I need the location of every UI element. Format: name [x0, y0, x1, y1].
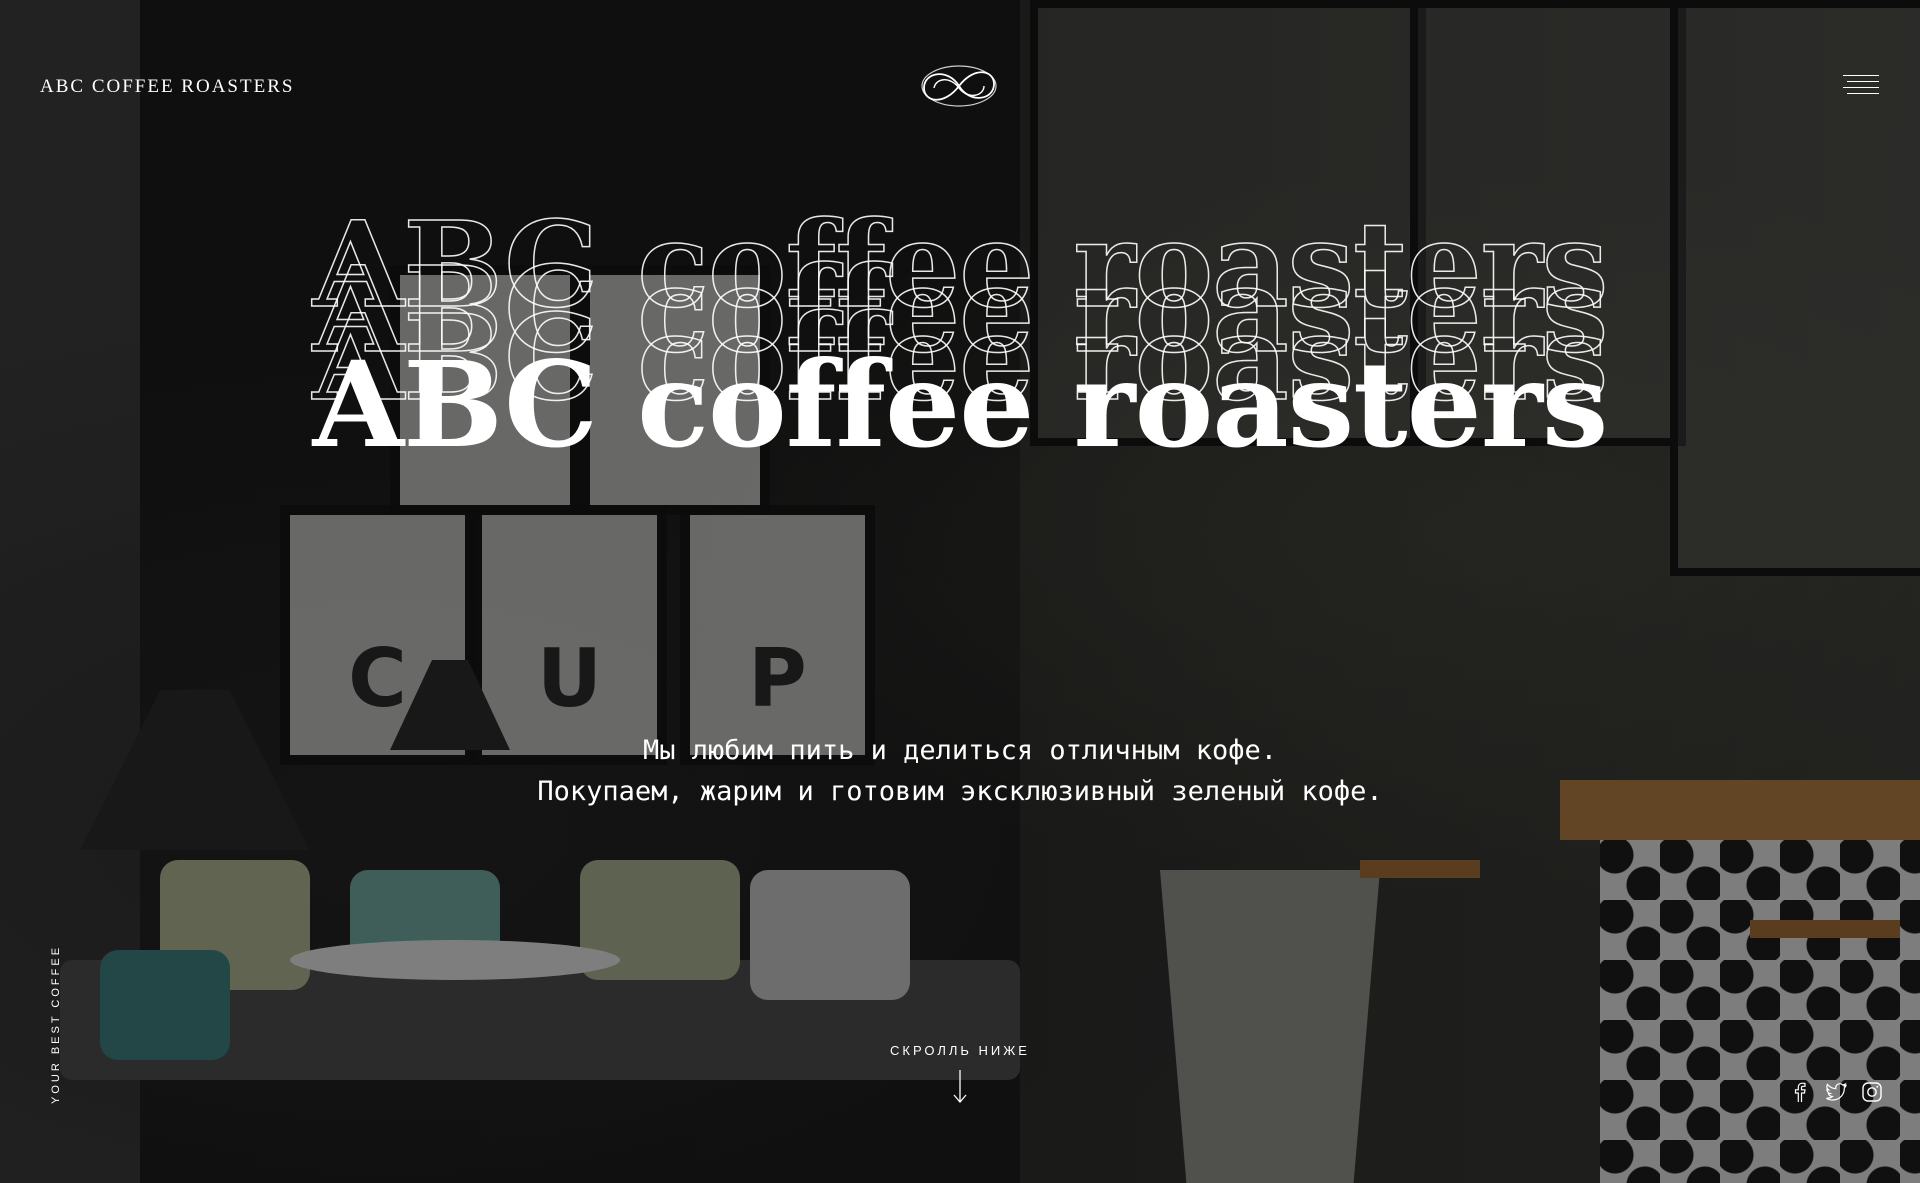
- hero-title-main: ABC coffee roasters: [312, 335, 1609, 474]
- scroll-down-label: СКРОЛЛЬ НИЖЕ: [890, 1043, 1030, 1058]
- hamburger-menu-icon[interactable]: [1843, 72, 1879, 100]
- social-links: [1788, 1080, 1884, 1104]
- infinity-knot-logo-icon[interactable]: [918, 62, 1000, 110]
- instagram-icon[interactable]: [1860, 1080, 1884, 1104]
- facebook-icon[interactable]: [1788, 1080, 1812, 1104]
- dark-overlay: [0, 0, 1920, 1183]
- brand-name[interactable]: ABC COFFEE ROASTERS: [40, 76, 294, 98]
- arrow-down-icon[interactable]: [952, 1070, 968, 1104]
- side-caption: YOUR BEST COFFEE: [50, 944, 62, 1104]
- tagline-line: Мы любим пить и делиться отличным кофе.: [643, 735, 1277, 766]
- hero-section: C U P ABC COFFEE ROASTERS ABC coffee roa…: [0, 0, 1920, 1183]
- hero-title: ABC coffee roasters ABC coffee roasters …: [0, 194, 1920, 475]
- hero-tagline: Мы любим пить и делиться отличным кофе. …: [0, 730, 1920, 812]
- tagline-line: Покупаем, жарим и готовим эксклюзивный з…: [537, 776, 1383, 807]
- twitter-icon[interactable]: [1824, 1080, 1848, 1104]
